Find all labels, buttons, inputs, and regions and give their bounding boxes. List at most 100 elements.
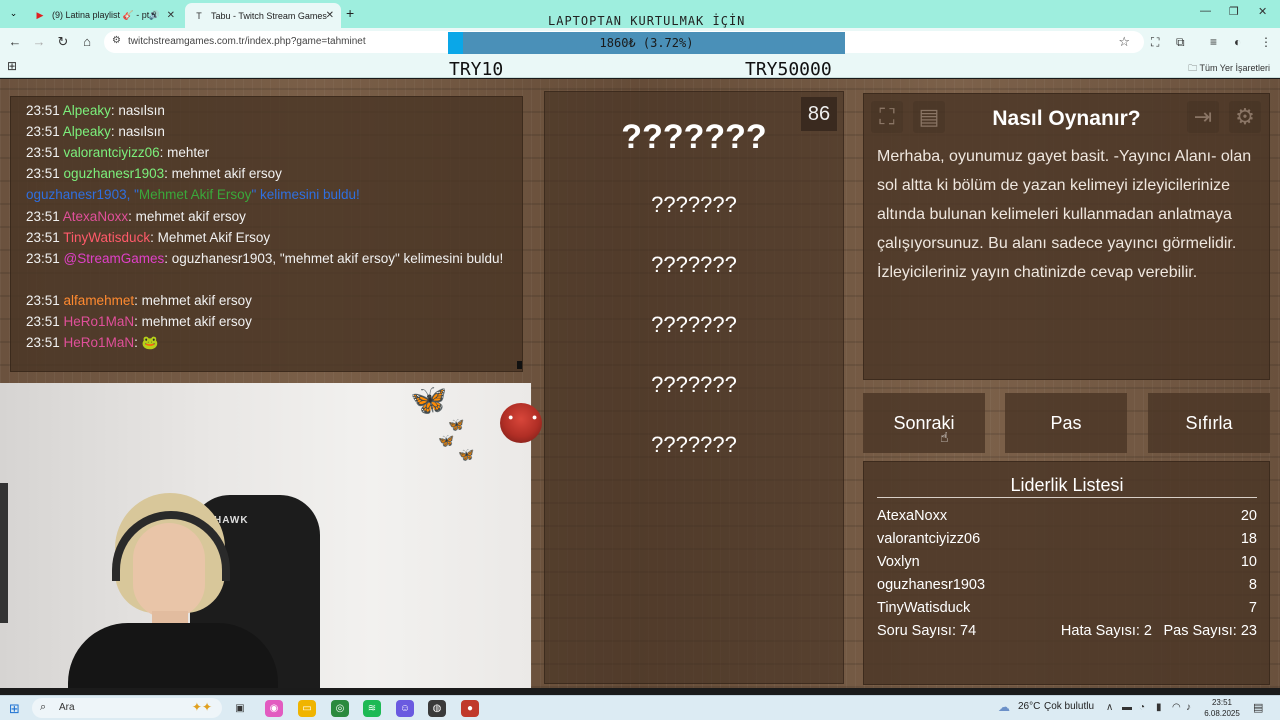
file-explorer-icon[interactable]: ▭ (298, 700, 316, 717)
url-text[interactable]: twitchstreamgames.com.tr/index.php?game=… (128, 36, 366, 47)
chat-message-text: : 🐸 (134, 335, 159, 350)
tab-title: Tabu - Twitch Stream Games (211, 10, 327, 21)
close-tab-icon[interactable]: ✕ (167, 10, 175, 21)
browser-tab-active[interactable]: T Tabu - Twitch Stream Games ✕ (185, 3, 341, 28)
chat-timestamp: 23:51 (26, 293, 64, 308)
close-tab-icon[interactable]: ✕ (326, 10, 334, 21)
butterfly-decal: 🦋 (458, 447, 475, 462)
task-view-icon[interactable]: ▣ (231, 700, 249, 717)
chat-system-part: Mehmet Akif Ersoy (138, 187, 252, 202)
taboo-word: ??????? (651, 192, 737, 217)
copilot-icon[interactable]: ◉ (265, 700, 283, 717)
restore-icon[interactable]: ❐ (1229, 5, 1239, 18)
goal-start-amount: TRY10 (449, 59, 504, 80)
folder-icon: 🗀 (1188, 63, 1198, 73)
apps-grid-icon[interactable]: ⊞ (7, 59, 17, 73)
tray-app-icon[interactable]: ▬ (1122, 702, 1132, 713)
chat-timestamp: 23:51 (26, 335, 64, 350)
extensions-icon[interactable]: ⧉ (1176, 35, 1185, 50)
chat-message-text: : nasılsın (110, 124, 165, 139)
butterfly-decal: 🦋 (438, 433, 455, 448)
search-highlight-icon: ✦✦ (191, 700, 212, 714)
chat-scrollbar[interactable] (517, 361, 522, 369)
pass-button[interactable]: Pas (1005, 393, 1127, 453)
taboo-word: ??????? (651, 432, 737, 457)
pass-count: Pas Sayısı: 23 (1163, 623, 1258, 639)
notifications-icon[interactable]: ▤ (1253, 701, 1263, 714)
mouse-cursor-icon: ☝ (940, 429, 949, 445)
chat-timestamp: 23:51 (26, 230, 64, 245)
taboo-word: ??????? (651, 372, 737, 397)
new-tab-icon[interactable]: + (346, 5, 354, 21)
clock-time: 23:51 (1211, 698, 1233, 707)
chat-message: 23:51 HeRo1MaN: 🐸 (26, 332, 506, 353)
site-info-icon[interactable]: ⚙ (112, 35, 121, 46)
windows-start-icon[interactable]: ⊞ (9, 701, 20, 717)
bookmark-star-icon[interactable]: ☆ (1118, 34, 1130, 50)
how-to-play-title: Nasıl Oynanır? (992, 107, 1141, 130)
minimize-icon[interactable]: — (1200, 5, 1211, 17)
tray-app-icon[interactable]: ◔ (1139, 702, 1145, 713)
chat-username[interactable]: @StreamGames (64, 251, 165, 266)
taskbar-search[interactable]: ⌕ Ara ✦✦ (32, 698, 222, 718)
chat-message: 23:51 oguzhanesr1903: mehmet akif ersoy (26, 163, 506, 184)
chat-username[interactable]: valorantciyizz06 (64, 145, 160, 160)
donation-progress-bar: 1860₺ (3.72%) (448, 32, 845, 54)
chat-message-text: : mehmet akif ersoy (164, 166, 282, 181)
clock-date: 6.08.2025 (1204, 709, 1240, 718)
emote-eyes: ● ● (508, 412, 546, 422)
forward-icon[interactable]: → (31, 34, 47, 49)
next-button[interactable]: Sonraki (863, 393, 985, 453)
system-clock[interactable]: 23:51 6.08.2025 (1202, 697, 1242, 719)
error-count: Hata Sayısı: 2 (1060, 623, 1152, 639)
leaderboard-title: Liderlik Listesi (1010, 475, 1124, 495)
back-icon[interactable]: ← (7, 34, 23, 49)
chat-timestamp: 23:51 (26, 314, 64, 329)
chat-username[interactable]: HeRo1MaN (64, 335, 135, 350)
chat-emote-sticker (500, 403, 542, 443)
chat-username[interactable]: HeRo1MaN (64, 314, 135, 329)
chat-message: 23:51 HeRo1MaN: mehmet akif ersoy (26, 311, 506, 332)
chat-message: 23:51 alfamehmet: mehmet akif ersoy (26, 290, 506, 311)
reset-button[interactable]: Sıfırla (1148, 393, 1270, 453)
chat-username[interactable]: oguzhanesr1903 (64, 166, 165, 181)
chrome-icon[interactable]: ◎ (331, 700, 349, 717)
leaderboard-name: TinyWatisduck (877, 600, 971, 616)
browser-tab-youtube[interactable]: ▶ (9) Latina playlist 🎸 - pt 2 🔊 ✕ (26, 3, 182, 28)
tray-app-icon[interactable]: ▮ (1156, 702, 1162, 713)
reading-list-icon[interactable]: ≡ (1210, 35, 1217, 49)
chat-timestamp: 23:51 (26, 145, 64, 160)
tray-overflow-icon[interactable]: ∧ (1106, 702, 1113, 713)
youtube-icon: ▶ (36, 10, 44, 20)
chat-system-part: , " (126, 187, 139, 202)
tab-search-button[interactable]: ⌄ (6, 6, 21, 21)
chat-system-part: oguzhanesr1903 (26, 187, 127, 202)
game-app-icon[interactable]: ● (461, 700, 479, 717)
profile-avatar-icon[interactable]: ◐ (1234, 35, 1241, 49)
reload-icon[interactable]: ↻ (55, 34, 71, 50)
chat-username[interactable]: Alpeaky (63, 103, 111, 118)
chat-username[interactable]: alfamehmet (64, 293, 135, 308)
leaderboard-name: valorantciyizz06 (877, 531, 981, 547)
tab-title: (9) Latina playlist 🎸 - pt 2 (52, 10, 157, 20)
network-icon[interactable]: ◠ (1172, 702, 1181, 713)
taboo-word: ??????? (651, 312, 737, 337)
discord-icon[interactable]: ☺ (396, 700, 414, 717)
volume-icon[interactable]: ♪ (1186, 702, 1191, 713)
chat-username[interactable]: AtexaNoxx (63, 209, 128, 224)
all-bookmarks-folder[interactable]: 🗀 Tüm Yer İşaretleri (1188, 61, 1270, 77)
obs-icon[interactable]: ◍ (428, 700, 446, 717)
close-window-icon[interactable]: ✕ (1258, 5, 1267, 18)
home-icon[interactable]: ⌂ (79, 34, 95, 49)
spotify-icon[interactable]: ≋ (363, 700, 381, 717)
chat-username[interactable]: TinyWatisduck (63, 230, 150, 245)
chat-message: 23:51 Alpeaky: nasılsın (26, 121, 506, 142)
speaker-icon[interactable]: 🔊 (149, 10, 160, 21)
chat-message-text: : mehter (159, 145, 210, 160)
chat-username[interactable]: Alpeaky (63, 124, 111, 139)
question-count: Soru Sayısı: 74 (877, 623, 977, 639)
leaderboard-name: oguzhanesr1903 (877, 577, 986, 593)
browser-menu-icon[interactable]: ⋮ (1260, 35, 1272, 49)
screen-capture-icon[interactable]: ⛶ (1151, 35, 1159, 50)
leaderboard-score: 7 (1248, 600, 1257, 616)
